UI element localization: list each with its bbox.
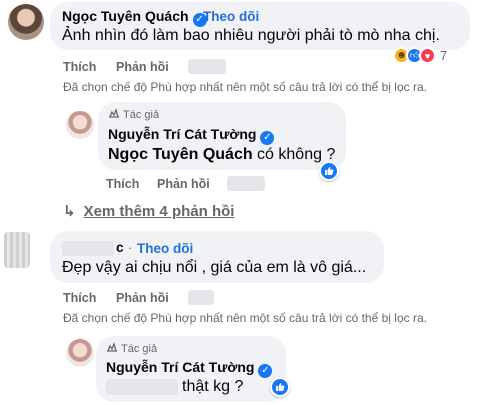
avatar-nguyen-tri-cat-tuong[interactable] [66,111,94,139]
filter-note: Đã chọn chế độ Phù hợp nhất nên một số c… [63,311,427,325]
author-tag-label: Tác giả [123,109,160,121]
avatar-ngoc-tuyen-quach[interactable] [8,4,44,40]
avatar-redacted[interactable] [4,232,30,268]
love-reaction-icon: ♥ [419,47,436,64]
author-tag: Tác giả [106,342,157,355]
mention-redacted [106,379,178,395]
reaction-count: 7 [440,48,448,63]
timestamp-redacted [227,176,265,191]
reply-author[interactable]: Nguyễn Trí Cát Tường ✓ [108,126,275,145]
comment-text: Ảnh nhìn đó làm bao nhiêu người phải tò … [62,27,440,44]
author-tag-icon [107,342,117,352]
like-button[interactable]: Thích [63,291,96,305]
reply-arrow-icon: ↳ [63,203,76,220]
author-name[interactable]: Nguyễn Trí Cát Tường [106,359,254,375]
reply-button[interactable]: Phản hồi [157,177,210,191]
verified-badge-icon: ✓ [258,364,273,378]
author-name[interactable]: Ngọc Tuyên Quách [62,8,189,24]
reply-button[interactable]: Phản hồi [116,60,169,74]
thumbs-up-icon [325,167,334,175]
author-tag: Tác giả [108,108,159,121]
verified-badge-icon: ✓ [260,131,275,145]
view-more-label[interactable]: Xem thêm 4 phản hồi [84,203,235,220]
thumbs-up-icon [276,383,285,391]
avatar-nguyen-tri-cat-tuong[interactable] [66,339,94,367]
like-button[interactable]: Thích [106,177,139,191]
like-reaction-icon[interactable] [270,377,290,397]
reply-text: thật kg ? [182,378,244,395]
author-tag-label: Tác giả [121,343,158,355]
filter-note: Đã chọn chế độ Phù hợp nhất nên một số c… [63,80,427,94]
reply-button[interactable]: Phản hồi [116,291,169,305]
author-tag-icon [109,108,119,118]
mention-link[interactable]: Ngọc Tuyên Quách [108,146,253,163]
like-reaction-icon[interactable] [319,161,339,181]
reply-author[interactable]: Nguyễn Trí Cát Tường ✓ [106,359,273,378]
reply-text: Ngọc Tuyên Quách có không ? [108,146,335,164]
separator-dot: · [128,240,133,255]
author-name-suffix[interactable]: c [116,240,124,255]
comment-author[interactable]: Ngọc Tuyên Quách ✓ [62,8,207,27]
timestamp-redacted [188,59,226,74]
comment-text: Đẹp vậy ai chịu nổi , giá của em là vô g… [62,259,367,276]
reply-body: có không ? [252,146,336,163]
author-name[interactable]: Nguyễn Trí Cát Tường [108,126,256,142]
separator-dot: · [193,8,198,23]
timestamp-redacted [188,290,214,305]
view-more-replies[interactable]: ↳ Xem thêm 4 phản hồi [63,202,234,220]
follow-button[interactable]: Theo dõi [137,241,193,256]
like-button[interactable]: Thích [63,60,96,74]
author-name-redacted [62,241,114,256]
follow-button[interactable]: Theo dõi [203,9,259,24]
reaction-summary[interactable]: ☻ 👍︎ ♥ 7 [393,47,447,64]
